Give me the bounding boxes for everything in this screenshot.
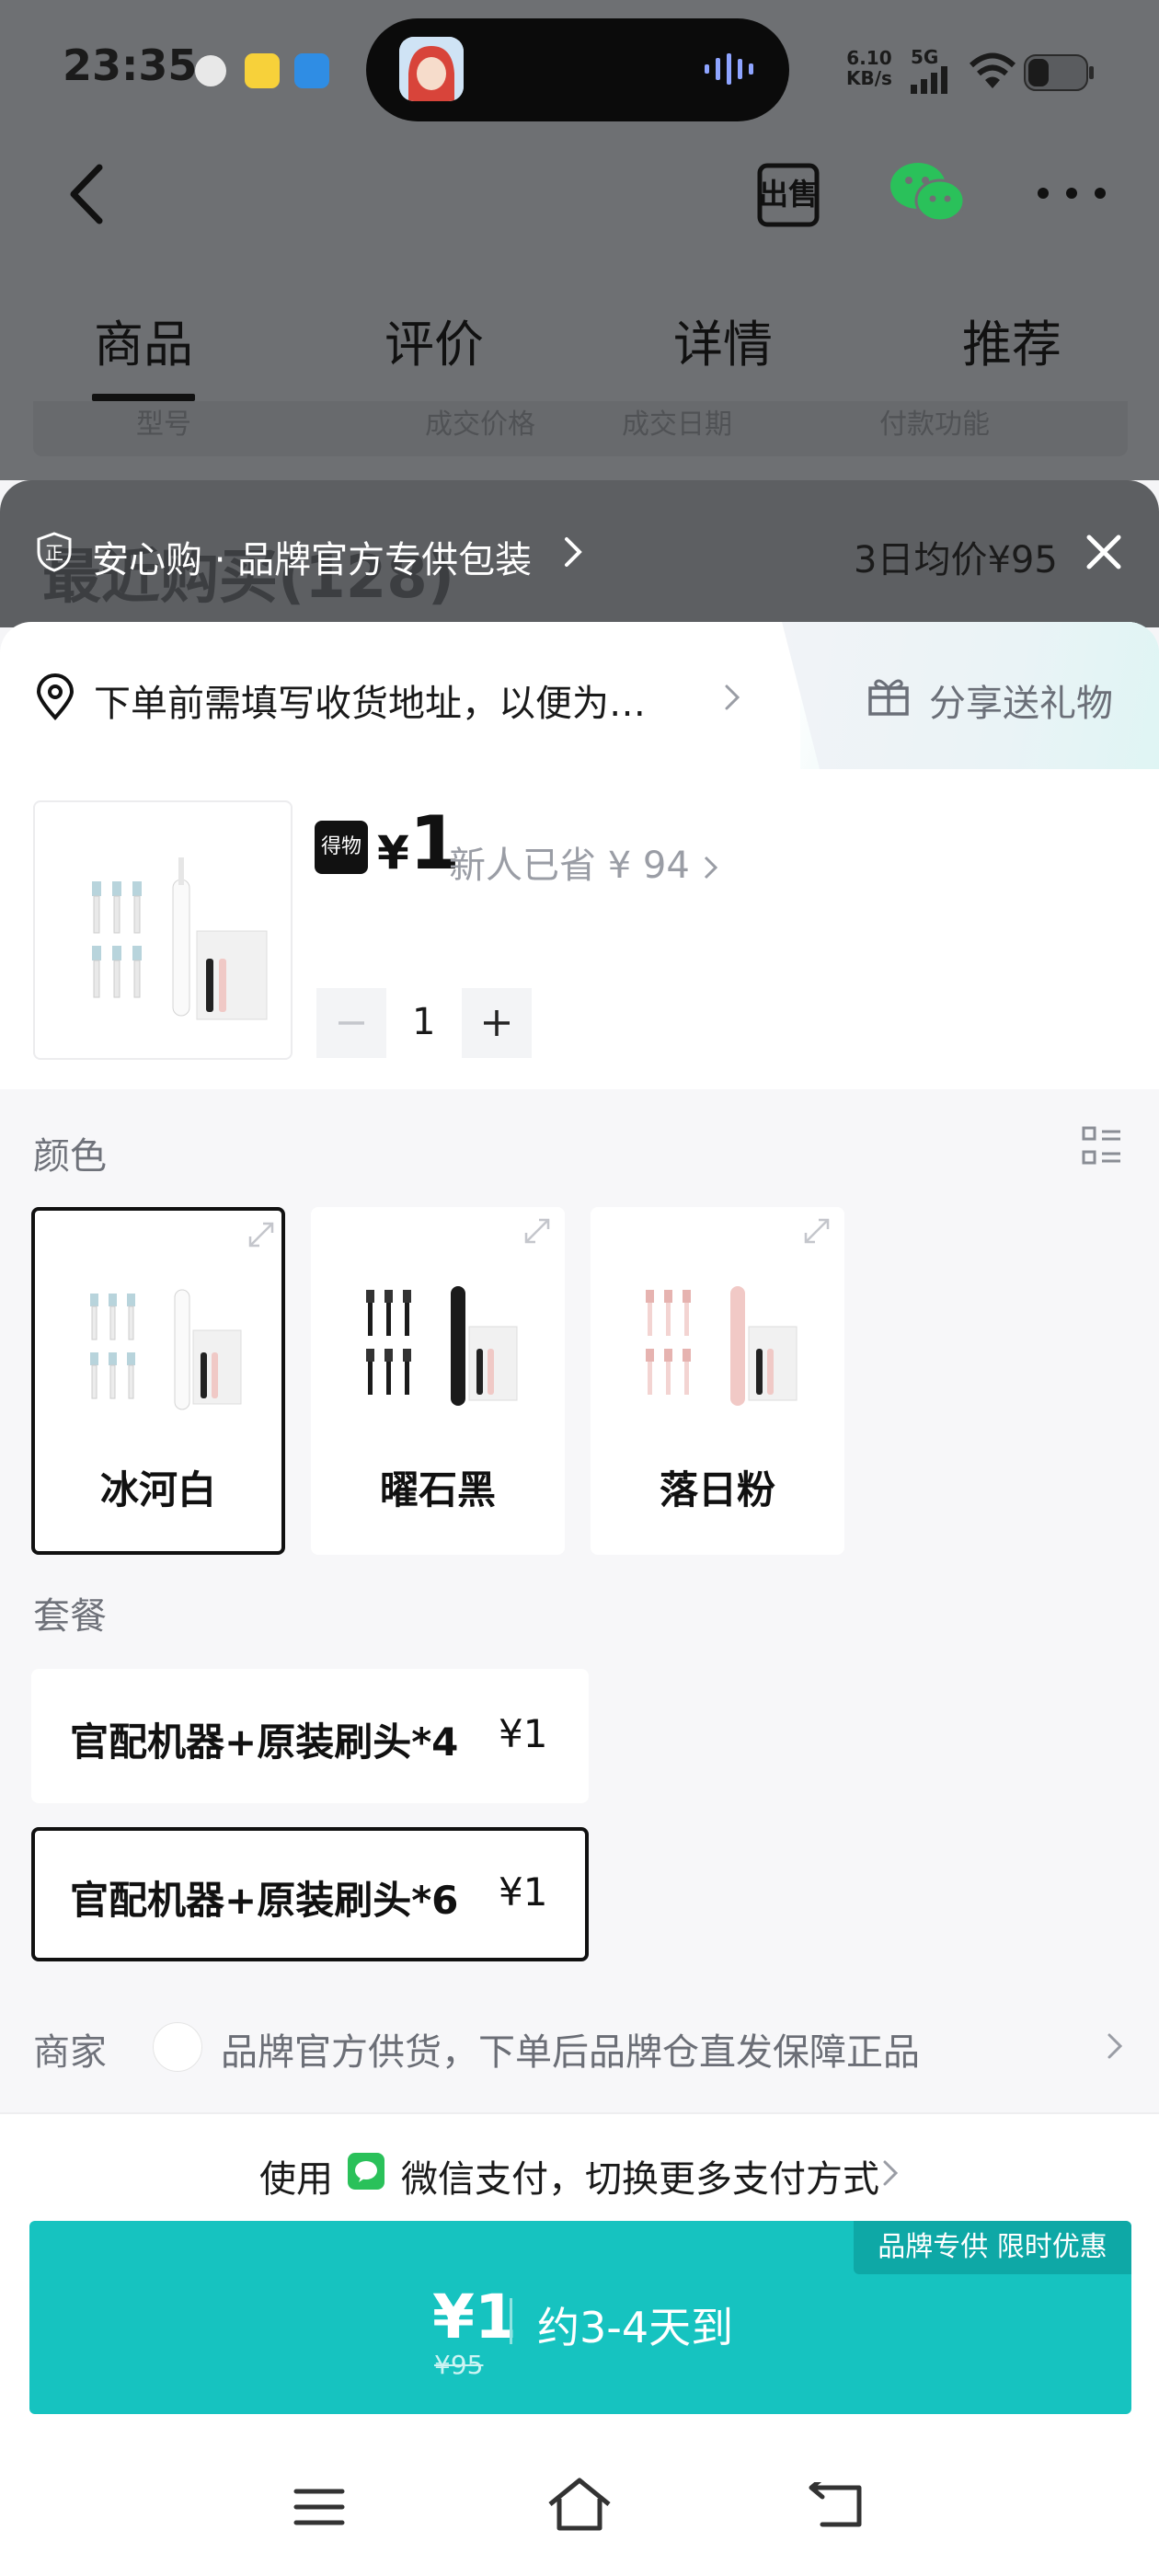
status-time: 23:35 bbox=[63, 40, 198, 90]
limited-offer-badge: 品牌专供 限时优惠 bbox=[854, 2221, 1131, 2274]
merchant-logo bbox=[153, 2022, 202, 2072]
color-option-pink[interactable]: 落日粉 bbox=[591, 1207, 844, 1555]
back-nav-icon[interactable] bbox=[808, 2482, 865, 2530]
signal-icon bbox=[911, 66, 947, 94]
back-icon[interactable] bbox=[64, 162, 110, 226]
product-image-white bbox=[90, 1289, 242, 1410]
wechat-icon[interactable] bbox=[889, 158, 966, 226]
expand-icon[interactable] bbox=[522, 1216, 552, 1246]
share-gift-link[interactable]: 分享送礼物 bbox=[929, 673, 1113, 727]
network-speed: 6.10 KB/s bbox=[846, 47, 892, 89]
music-app-icon bbox=[245, 53, 280, 88]
quantity-decrease-button[interactable] bbox=[316, 988, 386, 1058]
newcomer-saved[interactable]: 新人已省 ¥ 94 bbox=[449, 835, 720, 889]
payment-prefix: 使用 bbox=[259, 2158, 333, 2201]
quantity-increase-button[interactable] bbox=[462, 988, 532, 1058]
product-image-pink bbox=[646, 1286, 798, 1406]
audio-wave-icon bbox=[705, 53, 753, 85]
more-icon[interactable] bbox=[1036, 184, 1107, 202]
settings-app-icon bbox=[195, 55, 226, 86]
divider bbox=[0, 2112, 1159, 2114]
list-view-icon[interactable] bbox=[1082, 1126, 1122, 1167]
active-tab-indicator bbox=[92, 394, 195, 401]
signal-label: 5G bbox=[911, 46, 939, 68]
color-option-white[interactable]: 冰河白 bbox=[31, 1207, 285, 1555]
quantity-value[interactable]: 1 bbox=[412, 1001, 435, 1043]
gift-icon bbox=[868, 679, 909, 716]
wechat-pay-icon bbox=[348, 2153, 384, 2190]
close-icon[interactable] bbox=[1085, 534, 1122, 570]
color-option-label: 曜石黑 bbox=[379, 1467, 496, 1512]
merchant-text[interactable]: 品牌官方供货，下单后品牌仓直发保障正品 bbox=[221, 2022, 920, 2076]
chevron-right-icon bbox=[565, 537, 582, 567]
merchant-label: 商家 bbox=[33, 2031, 107, 2074]
svg-text:出售: 出售 bbox=[759, 177, 818, 212]
buy-original-price: ¥95 bbox=[434, 2350, 484, 2380]
wifi-icon bbox=[969, 52, 1016, 88]
sell-icon[interactable]: 出售 bbox=[754, 158, 822, 232]
payment-chevron-icon bbox=[883, 2160, 899, 2186]
tab-details[interactable]: 详情 bbox=[673, 304, 773, 376]
package-option-6[interactable]: 官配机器+原装刷头*6 ¥1 bbox=[31, 1827, 589, 1961]
address-chevron-icon bbox=[725, 684, 740, 710]
authentic-badge-icon: 正 bbox=[37, 532, 72, 572]
brand-logo: 得物 bbox=[315, 821, 368, 874]
tab-reviews[interactable]: 评价 bbox=[384, 304, 484, 376]
expand-icon[interactable] bbox=[247, 1220, 276, 1249]
location-pin-icon bbox=[36, 673, 75, 720]
color-option-label: 落日粉 bbox=[659, 1467, 775, 1512]
menu-icon[interactable] bbox=[293, 2486, 346, 2528]
product-image-black bbox=[366, 1286, 518, 1406]
product-thumbnail[interactable] bbox=[33, 800, 293, 1060]
color-option-black[interactable]: 曜石黑 bbox=[311, 1207, 565, 1555]
buy-separator bbox=[510, 2298, 512, 2344]
merchant-chevron-icon bbox=[1107, 2033, 1123, 2059]
delivery-eta: 约3-4天到 bbox=[537, 2303, 734, 2352]
average-price: 3日均价¥95 bbox=[854, 539, 1058, 581]
payment-method[interactable]: 微信支付，切换更多支付方式 bbox=[401, 2149, 879, 2202]
tab-goods[interactable]: 商品 bbox=[94, 304, 193, 376]
expand-icon[interactable] bbox=[802, 1216, 832, 1246]
product-price: ¥1 bbox=[377, 800, 461, 886]
color-option-label: 冰河白 bbox=[99, 1467, 216, 1512]
avatar bbox=[399, 37, 464, 101]
mail-app-icon bbox=[294, 53, 329, 88]
background-table: 型号 成交价格 成交日期 付款功能 bbox=[33, 401, 1128, 456]
address-prompt[interactable]: 下单前需填写收货地址，以便为… bbox=[94, 673, 646, 727]
promo-text[interactable]: 安心购 · 品牌官方专供包装 bbox=[92, 530, 532, 583]
home-icon[interactable] bbox=[546, 2477, 613, 2532]
color-section-label: 颜色 bbox=[33, 1135, 107, 1178]
tab-recommend[interactable]: 推荐 bbox=[962, 304, 1061, 376]
package-section-label: 套餐 bbox=[33, 1595, 107, 1638]
package-option-4[interactable]: 官配机器+原装刷头*4 ¥1 bbox=[31, 1669, 589, 1803]
battery-icon bbox=[1024, 54, 1094, 91]
buy-price: ¥1 bbox=[432, 2282, 517, 2352]
svg-text:正: 正 bbox=[45, 542, 63, 564]
